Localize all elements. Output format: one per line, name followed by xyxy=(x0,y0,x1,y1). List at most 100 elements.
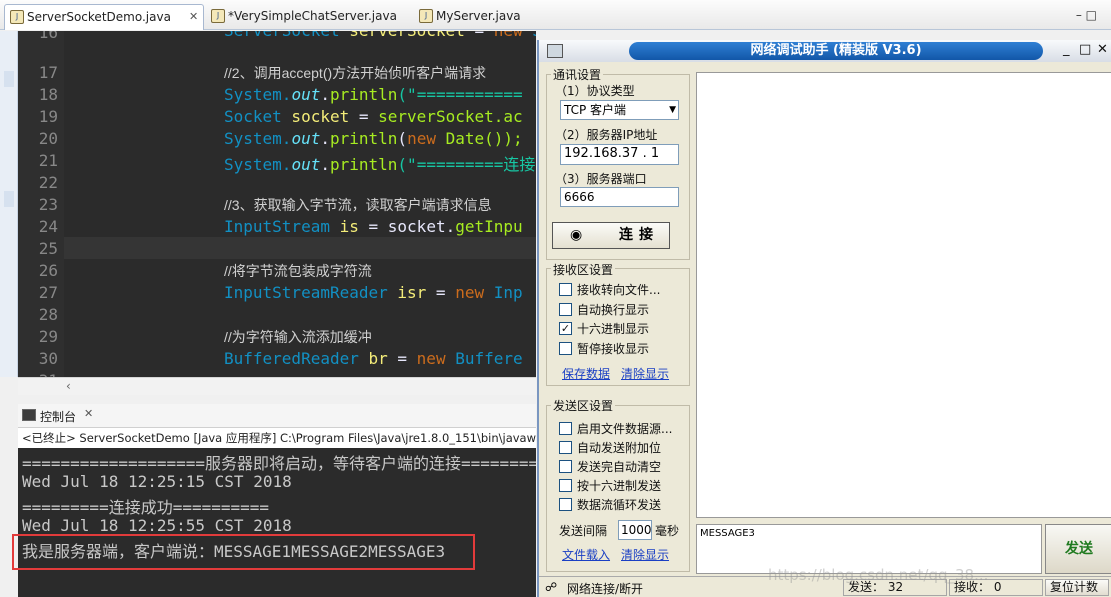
close-icon[interactable]: ✕ xyxy=(1097,42,1108,57)
pause-recv-checkbox[interactable] xyxy=(559,342,572,355)
reset-count-button[interactable]: 复位计数 xyxy=(1045,579,1109,596)
console-line: Wed Jul 18 12:25:55 CST 2018 xyxy=(22,516,292,535)
interval-label: 发送间隔 xyxy=(559,524,608,538)
interval-input[interactable]: 1000 xyxy=(618,520,652,540)
tab-serversocketdemo[interactable]: J ServerSocketDemo.java ✕ xyxy=(4,4,204,30)
highlight-box xyxy=(12,534,475,570)
current-line-highlight xyxy=(64,237,536,259)
code-line: Socket socket = serverSocket.ac xyxy=(224,107,523,126)
line-number: 17 xyxy=(38,63,58,82)
ip-label: （2）服务器IP地址 xyxy=(555,128,658,142)
checkbox-label: 数据流循环发送 xyxy=(577,498,662,512)
line-number: 30 xyxy=(38,349,58,368)
tab-console[interactable]: 控制台 xyxy=(40,408,76,425)
tab-label: *VerySimpleChatServer.java xyxy=(228,9,397,23)
code-line: InputStreamReader isr = new Inp xyxy=(224,283,523,302)
protocol-value: TCP 客户端 xyxy=(564,103,627,117)
tab-myserver[interactable]: J MyServer.java xyxy=(414,4,544,30)
hex-display-checkbox[interactable]: ✓ xyxy=(559,322,572,335)
recv-to-file-checkbox[interactable] xyxy=(559,283,572,296)
code-line: System.out.println(new Date()); xyxy=(224,129,523,148)
file-load-link[interactable]: 文件载入 xyxy=(562,546,610,563)
checkbox-label: 启用文件数据源... xyxy=(577,422,673,436)
code-line: InputStream is = socket.getInpu xyxy=(224,217,523,236)
ruler-mark xyxy=(4,191,14,207)
code-comment: //2、调用accept()方法开始侦听客户端请求 xyxy=(224,65,487,81)
ip-input[interactable]: 192.168.37 . 1 xyxy=(560,144,679,165)
clear-recv-link[interactable]: 清除显示 xyxy=(621,365,669,382)
console-line: =========连接成功========== xyxy=(22,498,270,517)
hex-send-checkbox[interactable] xyxy=(559,479,572,492)
java-file-icon: J xyxy=(211,9,225,23)
tab-verysimplechatserver[interactable]: J *VerySimpleChatServer.java xyxy=(206,4,414,30)
auto-clear-checkbox[interactable] xyxy=(559,460,572,473)
code-editor[interactable]: 16 17 18 19 20 21 22 23 24 25 26 27 28 2… xyxy=(18,31,536,377)
line-number: 26 xyxy=(38,261,58,280)
console-line: ===================服务器即将启动，等待客户端的连接=====… xyxy=(22,454,536,473)
auto-append-checkbox[interactable] xyxy=(559,441,572,454)
line-number: 28 xyxy=(38,305,58,324)
network-debug-window: 网络调试助手 (精装版 V3.6) _ □ ✕ 通讯设置 （1）协议类型 TCP… xyxy=(537,40,1111,597)
connect-button[interactable]: ◉ 连接 xyxy=(552,222,670,249)
checkbox-label: 按十六进制发送 xyxy=(577,479,662,493)
ruler-mark xyxy=(4,71,14,87)
console-process-path: <已终止> ServerSocketDemo [Java 应用程序] C:\Pr… xyxy=(18,428,536,448)
app-icon xyxy=(547,44,563,58)
code-comment: //3、获取输入字节流，读取客户端请求信息 xyxy=(224,197,492,213)
maximize-icon[interactable]: □ xyxy=(1079,42,1091,57)
group-title: 发送区设置 xyxy=(551,397,616,414)
send-button[interactable]: 发送 xyxy=(1045,524,1111,574)
line-number: 20 xyxy=(38,129,58,148)
console-line: Wed Jul 18 12:25:15 CST 2018 xyxy=(22,472,292,491)
window-title: 网络调试助手 (精装版 V3.6) xyxy=(750,43,922,58)
checkbox-label: 发送完自动清空 xyxy=(577,460,662,474)
line-number: 21 xyxy=(38,151,58,170)
console-output[interactable]: ===================服务器即将启动，等待客户端的连接=====… xyxy=(18,448,536,597)
clear-send-link[interactable]: 清除显示 xyxy=(621,546,669,563)
code-line: System.out.println("=========连接 xyxy=(224,155,536,174)
checkbox-label: 十六进制显示 xyxy=(577,322,650,336)
code-comment: //将字节流包装成字符流 xyxy=(224,263,372,279)
receive-area[interactable] xyxy=(696,72,1111,518)
group-title: 接收区设置 xyxy=(551,261,616,278)
network-icon: ☍ xyxy=(545,580,558,594)
editor-side-ruler xyxy=(0,31,18,377)
scroll-left-icon[interactable]: ‹ xyxy=(66,379,71,393)
checkbox-label: 自动换行显示 xyxy=(577,303,650,317)
save-data-link[interactable]: 保存数据 xyxy=(562,365,610,382)
console-icon xyxy=(22,409,36,421)
group-title: 通讯设置 xyxy=(551,66,604,83)
protocol-label: （1）协议类型 xyxy=(555,84,635,98)
tab-label: ServerSocketDemo.java xyxy=(27,10,171,24)
line-number: 25 xyxy=(38,239,58,258)
minimize-icon[interactable]: _ xyxy=(1063,42,1070,57)
watermark: https://blog.csdn.net/qq_38... xyxy=(768,566,989,584)
port-input[interactable]: 6666 xyxy=(560,187,679,207)
checkbox-label: 暂停接收显示 xyxy=(577,342,650,356)
window-controls[interactable]: – □ xyxy=(1076,8,1097,22)
editor-horizontal-scrollbar[interactable]: ‹ xyxy=(18,377,536,395)
close-icon[interactable]: ✕ xyxy=(189,5,198,29)
java-file-icon: J xyxy=(419,9,433,23)
interval-unit: 毫秒 xyxy=(655,524,680,538)
line-number-gutter: 16 17 18 19 20 21 22 23 24 25 26 27 28 2… xyxy=(18,31,64,377)
line-number: 16 xyxy=(38,31,58,42)
code-line: ServerSocket serverSocket = new ServerSo… xyxy=(224,31,536,40)
protocol-select[interactable]: TCP 客户端 ▼ xyxy=(560,100,679,120)
code-line: System.out.println("=========== xyxy=(224,85,523,104)
radio-dot-icon: ◉ xyxy=(570,227,583,243)
connection-status: 网络连接/断开 xyxy=(567,582,644,596)
editor-tab-bar: J ServerSocketDemo.java ✕ J *VerySimpleC… xyxy=(0,0,1111,30)
console-tab-bar: 控制台 ✕ xyxy=(18,404,536,428)
java-file-icon: J xyxy=(10,10,24,24)
file-source-checkbox[interactable] xyxy=(559,422,572,435)
loop-send-checkbox[interactable] xyxy=(559,498,572,511)
line-number: 27 xyxy=(38,283,58,302)
line-number: 29 xyxy=(38,327,58,346)
line-number: 18 xyxy=(38,85,58,104)
window-title-bar[interactable]: 网络调试助手 (精装版 V3.6) _ □ ✕ xyxy=(539,40,1111,62)
close-icon[interactable]: ✕ xyxy=(84,407,93,420)
code-comment: //为字符输入流添加缓冲 xyxy=(224,329,372,345)
chevron-down-icon[interactable]: ▼ xyxy=(669,101,676,119)
auto-wrap-checkbox[interactable] xyxy=(559,303,572,316)
